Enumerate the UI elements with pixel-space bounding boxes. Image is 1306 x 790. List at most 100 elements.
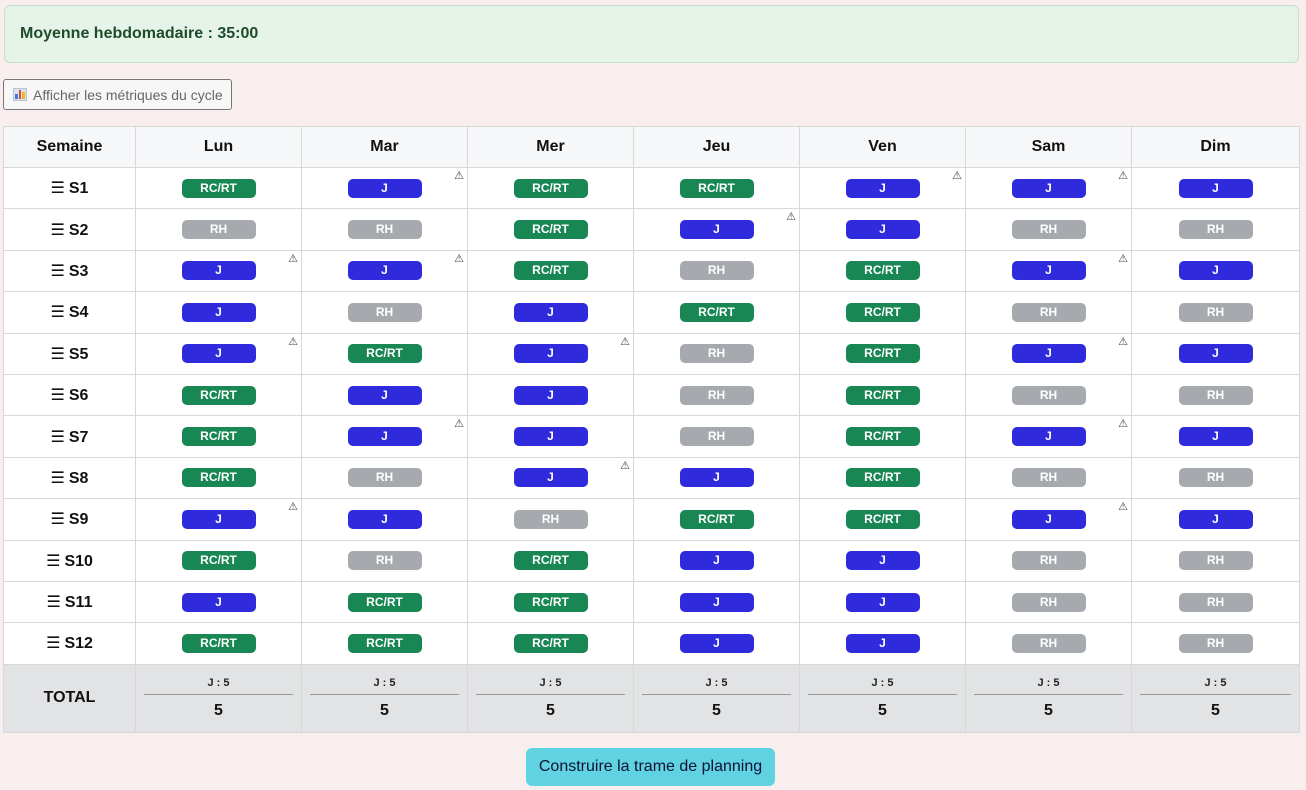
shift-cell[interactable]: J ⚠ [135, 249, 302, 293]
shift-badge[interactable]: RC/RT [181, 178, 256, 198]
week-row[interactable]: ☰ S4 J RH J RC/RT RC/RT RH RH [3, 291, 1300, 334]
shift-badge[interactable]: RC/RT [845, 302, 920, 322]
shift-cell[interactable]: J ⚠ [965, 332, 1132, 375]
shift-badge[interactable]: RC/RT [347, 344, 422, 364]
shift-badge[interactable]: J [845, 551, 920, 571]
shift-cell[interactable]: RH [965, 373, 1132, 417]
shift-cell[interactable]: J [799, 208, 966, 251]
week-row[interactable]: ☰ S12 RC/RT RC/RT RC/RT J J RH RH [3, 622, 1300, 665]
shift-badge[interactable]: J [1178, 178, 1253, 198]
shift-badge[interactable]: J [679, 468, 754, 488]
shift-badge[interactable]: RC/RT [845, 427, 920, 447]
week-label-cell[interactable]: ☰ S7 [3, 415, 136, 458]
shift-badge[interactable]: J [347, 509, 422, 529]
shift-cell[interactable]: RH [1131, 539, 1300, 582]
week-label-cell[interactable]: ☰ S8 [3, 456, 136, 500]
shift-badge[interactable]: RC/RT [347, 592, 422, 612]
shift-badge[interactable]: RC/RT [513, 633, 588, 653]
shift-badge[interactable]: J [347, 385, 422, 405]
shift-cell[interactable]: J ⚠ [301, 249, 468, 293]
shift-cell[interactable]: J ⚠ [965, 249, 1132, 293]
shift-cell[interactable]: J [799, 622, 966, 665]
shift-badge[interactable]: J [679, 592, 754, 612]
shift-cell[interactable]: RH [301, 208, 468, 251]
drag-handle-icon[interactable]: ☰ [51, 222, 65, 239]
shift-badge[interactable]: J [181, 261, 256, 281]
shift-badge[interactable]: J [1011, 427, 1086, 447]
week-label-cell[interactable]: ☰ S5 [3, 332, 136, 375]
shift-cell[interactable]: RH [1131, 291, 1300, 334]
shift-badge[interactable]: RC/RT [181, 385, 256, 405]
shift-badge[interactable]: RC/RT [181, 468, 256, 488]
shift-badge[interactable]: RC/RT [679, 302, 754, 322]
shift-badge[interactable]: RH [1178, 633, 1253, 653]
shift-cell[interactable]: J [1131, 498, 1300, 541]
shift-badge[interactable]: J [513, 385, 588, 405]
shift-badge[interactable]: J [181, 509, 256, 529]
shift-cell[interactable]: RH [301, 539, 468, 582]
shift-cell[interactable]: J [135, 580, 302, 624]
shift-cell[interactable]: J ⚠ [135, 332, 302, 375]
shift-badge[interactable]: RC/RT [845, 261, 920, 281]
shift-cell[interactable]: J [1131, 415, 1300, 458]
shift-cell[interactable]: RC/RT [633, 166, 800, 210]
shift-cell[interactable]: RH [301, 291, 468, 334]
week-label-cell[interactable]: ☰ S10 [3, 539, 136, 582]
shift-badge[interactable]: J [347, 261, 422, 281]
shift-cell[interactable]: J [135, 291, 302, 334]
shift-cell[interactable]: RC/RT [799, 373, 966, 417]
shift-cell[interactable]: J ⚠ [799, 166, 966, 210]
shift-badge[interactable]: J [513, 302, 588, 322]
shift-cell[interactable]: J [633, 539, 800, 582]
shift-badge[interactable]: RC/RT [679, 509, 754, 529]
shift-badge[interactable]: J [347, 427, 422, 447]
drag-handle-icon[interactable]: ☰ [51, 470, 65, 487]
shift-badge[interactable]: J [1178, 427, 1253, 447]
shift-badge[interactable]: RH [1178, 385, 1253, 405]
shift-badge[interactable]: J [513, 427, 588, 447]
drag-handle-icon[interactable]: ☰ [51, 263, 65, 280]
shift-cell[interactable]: RH [301, 456, 468, 500]
drag-handle-icon[interactable]: ☰ [46, 635, 60, 652]
shift-cell[interactable]: J [799, 580, 966, 624]
shift-badge[interactable]: RH [1178, 468, 1253, 488]
shift-badge[interactable]: RC/RT [513, 261, 588, 281]
shift-cell[interactable]: RC/RT [799, 291, 966, 334]
shift-cell[interactable]: RC/RT [467, 249, 634, 293]
shift-badge[interactable]: RC/RT [845, 385, 920, 405]
shift-badge[interactable]: RH [181, 220, 256, 240]
shift-badge[interactable]: RH [513, 509, 588, 529]
shift-cell[interactable]: RH [135, 208, 302, 251]
shift-badge[interactable]: RH [679, 261, 754, 281]
shift-cell[interactable]: RH [467, 498, 634, 541]
shift-badge[interactable]: RC/RT [845, 509, 920, 529]
week-label-cell[interactable]: ☰ S1 [3, 166, 136, 210]
shift-badge[interactable]: RH [1178, 302, 1253, 322]
shift-badge[interactable]: J [1011, 509, 1086, 529]
shift-badge[interactable]: RC/RT [513, 178, 588, 198]
shift-badge[interactable]: J [1011, 261, 1086, 281]
week-label-cell[interactable]: ☰ S9 [3, 498, 136, 541]
shift-cell[interactable]: J [633, 456, 800, 500]
shift-badge[interactable]: J [181, 302, 256, 322]
shift-cell[interactable]: RC/RT [135, 539, 302, 582]
shift-badge[interactable]: RH [1011, 468, 1086, 488]
shift-cell[interactable]: RH [965, 456, 1132, 500]
week-label-cell[interactable]: ☰ S4 [3, 291, 136, 334]
shift-badge[interactable]: RC/RT [513, 220, 588, 240]
shift-cell[interactable]: RH [1131, 580, 1300, 624]
shift-cell[interactable]: J [1131, 249, 1300, 293]
shift-cell[interactable]: RC/RT [799, 415, 966, 458]
shift-cell[interactable]: J [1131, 332, 1300, 375]
shift-badge[interactable]: RH [1011, 302, 1086, 322]
shift-cell[interactable]: RC/RT [301, 332, 468, 375]
shift-cell[interactable]: RC/RT [135, 415, 302, 458]
shift-badge[interactable]: J [1011, 178, 1086, 198]
shift-cell[interactable]: RH [965, 622, 1132, 665]
shift-cell[interactable]: RC/RT [799, 249, 966, 293]
shift-cell[interactable]: J [633, 580, 800, 624]
shift-cell[interactable]: J [633, 622, 800, 665]
shift-cell[interactable]: RH [1131, 456, 1300, 500]
shift-badge[interactable]: J [513, 468, 588, 488]
shift-cell[interactable]: J [799, 539, 966, 582]
